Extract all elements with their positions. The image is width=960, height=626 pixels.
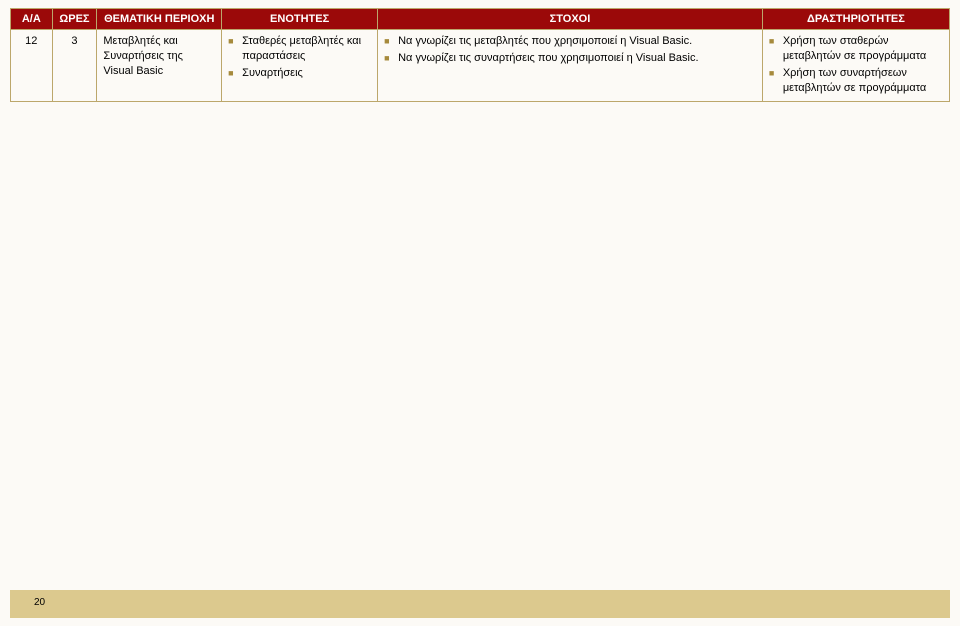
list-item: Χρήση των σταθερών μεταβλητών σε προγράμ… [769, 34, 943, 64]
header-aa: Α/Α [11, 9, 53, 30]
header-enotites: ΕΝΟΤΗΤΕΣ [222, 9, 378, 30]
page-number: 20 [34, 597, 45, 608]
table-header-row: Α/Α ΩΡΕΣ ΘΕΜΑΤΙΚΗ ΠΕΡΙΟΧΗ ΕΝΟΤΗΤΕΣ ΣΤΟΧΟ… [11, 9, 950, 30]
drast-list: Χρήση των σταθερών μεταβλητών σε προγράμ… [769, 34, 943, 95]
cell-drast: Χρήση των σταθερών μεταβλητών σε προγράμ… [762, 30, 949, 102]
cell-stoxoi: Να γνωρίζει τις μεταβλητές που χρησιμοπο… [378, 30, 763, 102]
list-item: Χρήση των συναρτήσεων μεταβλητών σε προγ… [769, 66, 943, 96]
list-item: Συναρτήσεις [228, 66, 371, 81]
header-thematic: ΘΕΜΑΤΙΚΗ ΠΕΡΙΟΧΗ [97, 9, 222, 30]
curriculum-table: Α/Α ΩΡΕΣ ΘΕΜΑΤΙΚΗ ΠΕΡΙΟΧΗ ΕΝΟΤΗΤΕΣ ΣΤΟΧΟ… [10, 8, 950, 102]
header-stoxoi: ΣΤΟΧΟΙ [378, 9, 763, 30]
footer-bar: 20 [10, 590, 950, 618]
cell-enotites: Σταθερές μεταβλητές και παραστάσεις Συνα… [222, 30, 378, 102]
header-wres: ΩΡΕΣ [52, 9, 97, 30]
list-item: Σταθερές μεταβλητές και παραστάσεις [228, 34, 371, 64]
stoxoi-list: Να γνωρίζει τις μεταβλητές που χρησιμοπο… [384, 34, 756, 66]
list-item: Να γνωρίζει τις μεταβλητές που χρησιμοπο… [384, 34, 756, 49]
cell-wres: 3 [52, 30, 97, 102]
enotites-list: Σταθερές μεταβλητές και παραστάσεις Συνα… [228, 34, 371, 81]
table-row: 12 3 Μεταβλητές και Συναρτήσεις της Visu… [11, 30, 950, 102]
list-item: Να γνωρίζει τις συναρτήσεις που χρησιμοπ… [384, 51, 756, 66]
cell-thematic: Μεταβλητές και Συναρτήσεις της Visual Ba… [97, 30, 222, 102]
header-drast: ΔΡΑΣΤΗΡΙΟΤΗΤΕΣ [762, 9, 949, 30]
cell-aa: 12 [11, 30, 53, 102]
